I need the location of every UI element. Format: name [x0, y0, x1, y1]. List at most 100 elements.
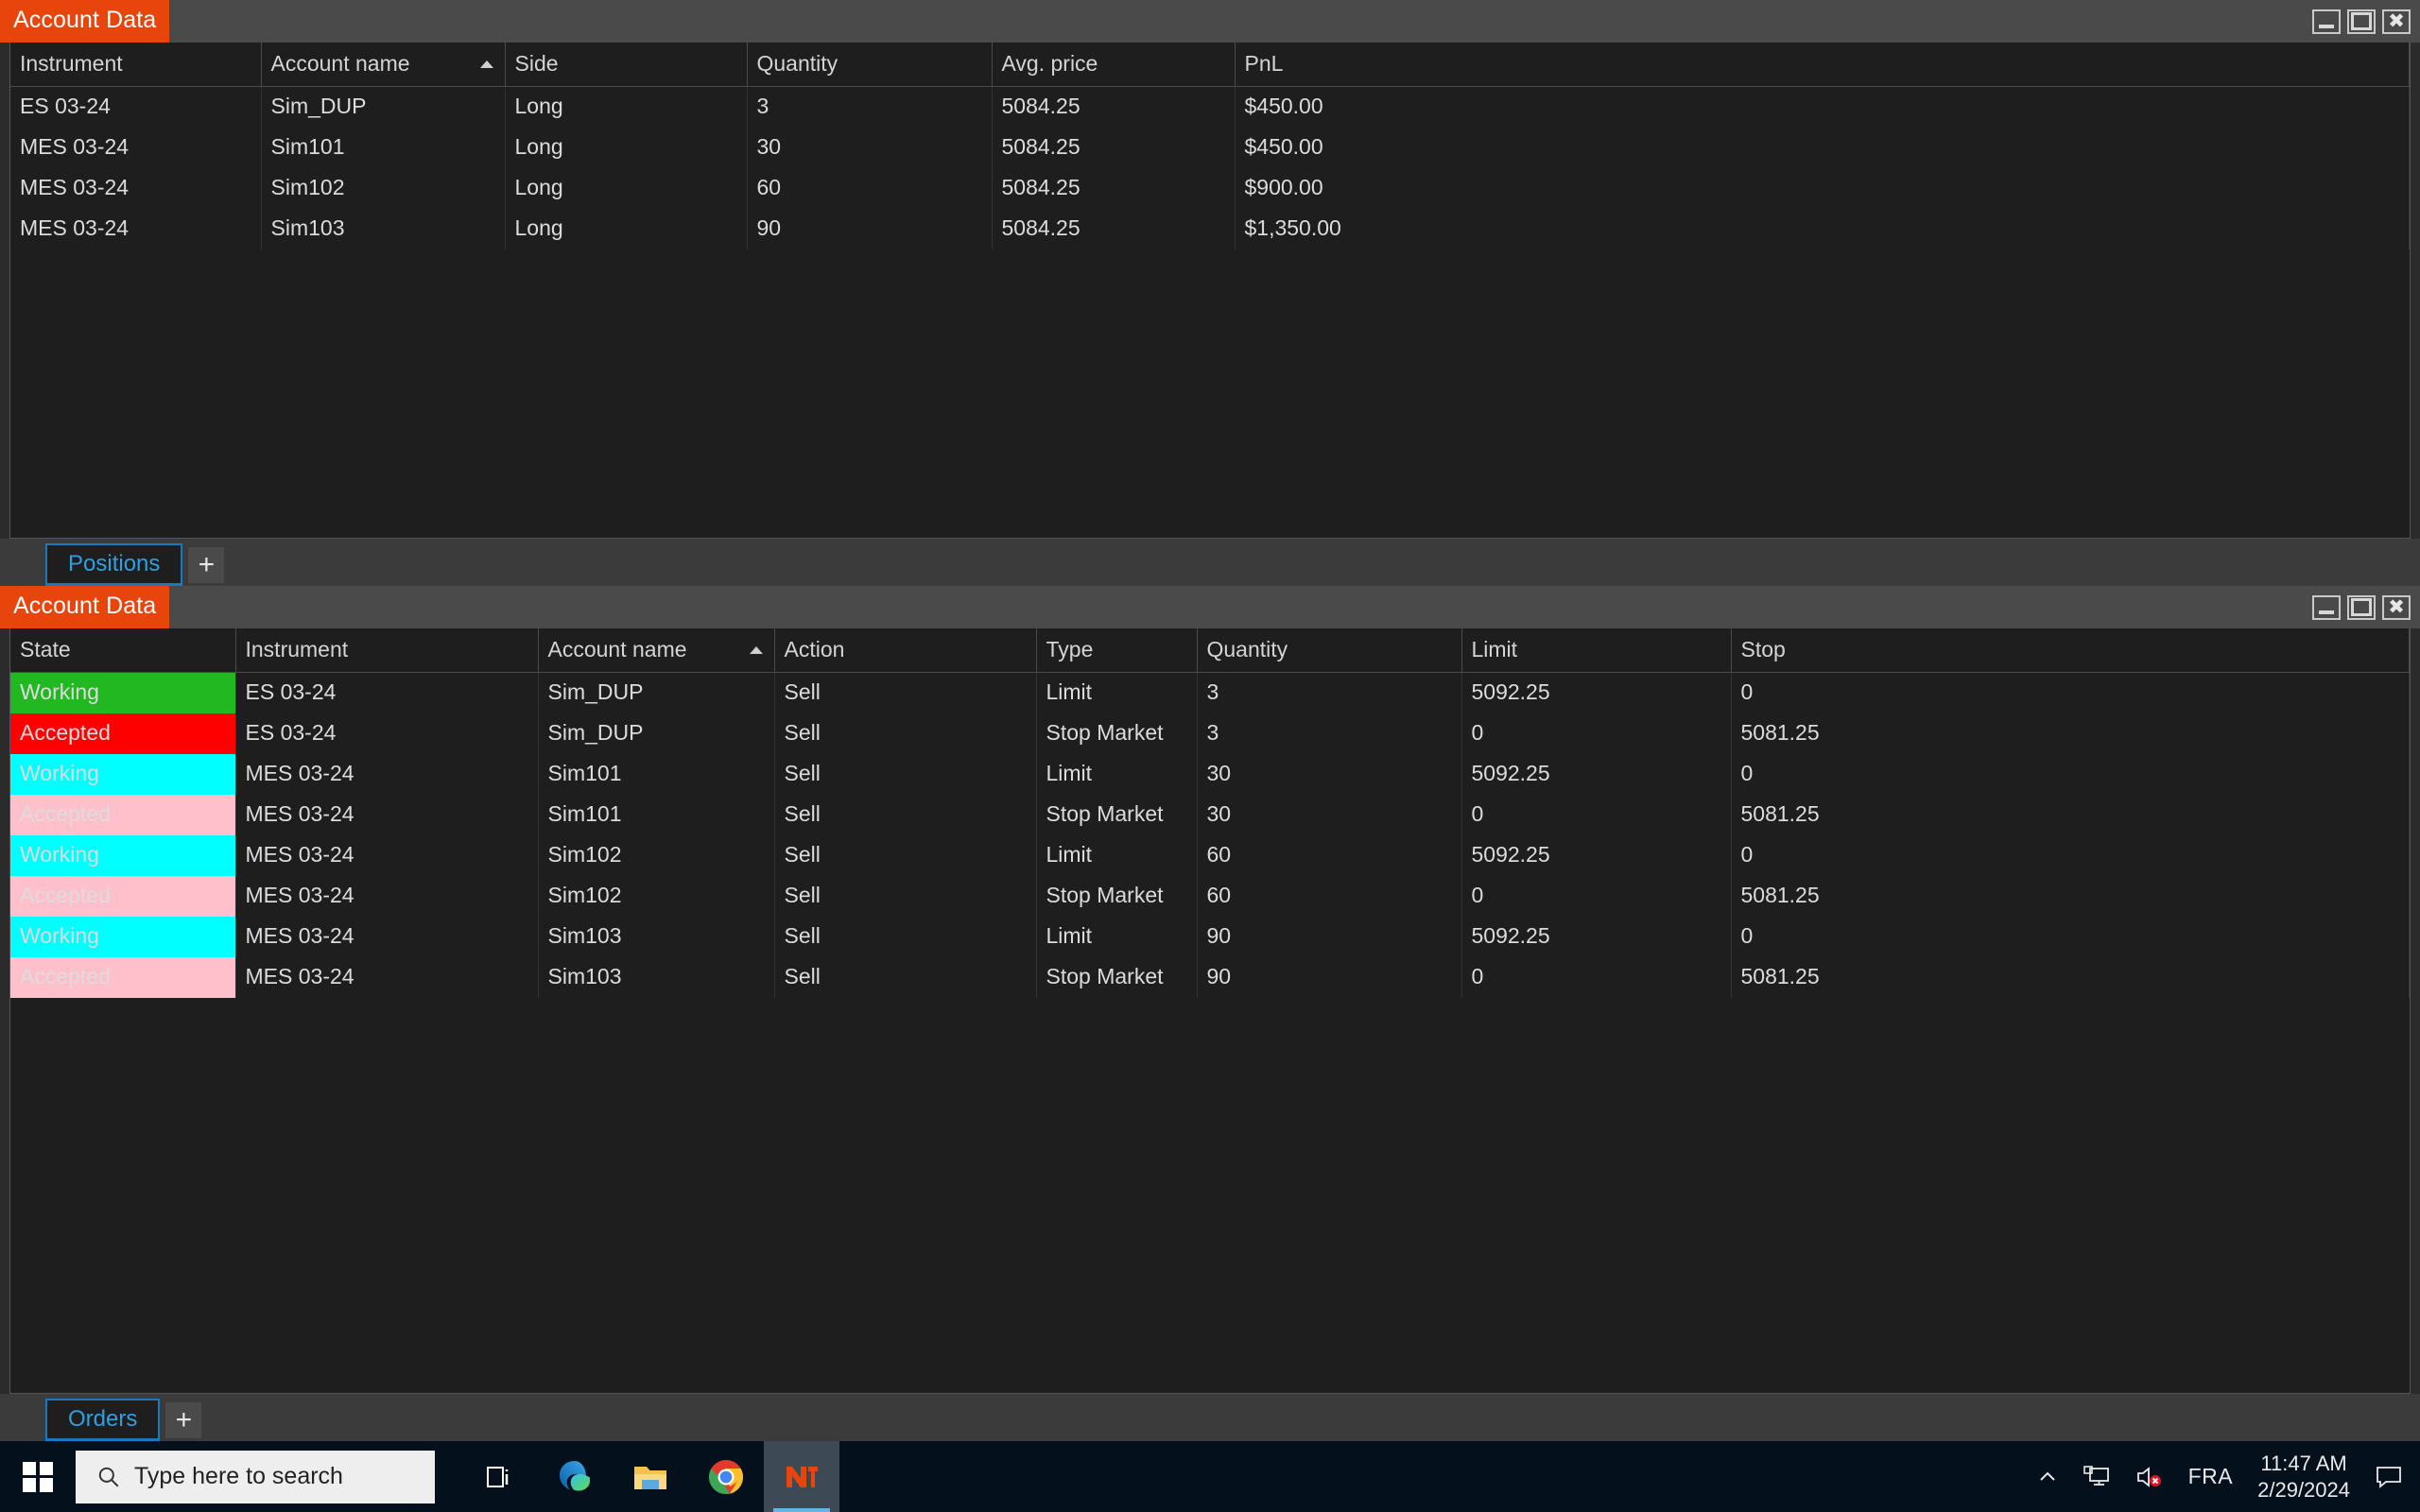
maximize-button[interactable]	[2347, 9, 2376, 34]
cell-avg-price: 5084.25	[992, 167, 1236, 209]
column-header-stop[interactable]: Stop	[1731, 628, 2410, 673]
cell-pnl: $450.00	[1235, 86, 2410, 128]
orders-table-body: Working ES 03-24 Sim_DUP Sell Limit 3 50…	[10, 672, 2410, 998]
tab-orders-label: Orders	[68, 1406, 138, 1432]
table-row[interactable]: Working MES 03-24 Sim102 Sell Limit 60 5…	[10, 834, 2410, 876]
positions-window-controls: ✖	[2312, 0, 2420, 43]
column-header-instrument[interactable]: Instrument	[10, 43, 262, 87]
tab-orders[interactable]: Orders	[45, 1399, 161, 1441]
status-badge: Accepted	[10, 956, 236, 998]
cell-stop: 5081.25	[1731, 875, 2410, 917]
cell-instrument: MES 03-24	[235, 834, 539, 876]
orders-header-row: State Instrument Account name Action Typ…	[10, 628, 2410, 673]
status-badge: Working	[10, 834, 236, 876]
column-header-avg-price[interactable]: Avg. price	[992, 43, 1236, 87]
column-header-action[interactable]: Action	[774, 628, 1037, 673]
minimize-button[interactable]	[2312, 594, 2341, 620]
add-tab-button[interactable]: +	[165, 1402, 202, 1438]
cell-type: Limit	[1036, 753, 1198, 795]
column-header-pnl[interactable]: PnL	[1235, 43, 2410, 87]
cell-action: Sell	[774, 713, 1037, 754]
column-header-side[interactable]: Side	[505, 43, 748, 87]
system-tray: FRA 11:47 AM 2/29/2024	[2037, 1451, 2420, 1503]
cell-account: Sim102	[538, 875, 775, 917]
cell-account: Sim101	[261, 127, 506, 168]
cell-limit: 5092.25	[1461, 672, 1732, 713]
add-tab-button[interactable]: +	[188, 547, 225, 583]
chrome-icon[interactable]	[688, 1441, 764, 1512]
cell-avg-price: 5084.25	[992, 127, 1236, 168]
ninjatrader-icon[interactable]	[764, 1441, 839, 1512]
column-header-limit[interactable]: Limit	[1461, 628, 1732, 673]
show-hidden-icons-chevron[interactable]	[2037, 1467, 2058, 1487]
windows-logo-icon	[23, 1461, 53, 1492]
taskbar-icons	[461, 1441, 839, 1512]
cell-account: Sim101	[538, 753, 775, 795]
table-row[interactable]: Accepted MES 03-24 Sim101 Sell Stop Mark…	[10, 794, 2410, 835]
cell-quantity: 30	[747, 127, 993, 168]
clock[interactable]: 11:47 AM 2/29/2024	[2257, 1451, 2350, 1503]
search-icon	[98, 1467, 119, 1486]
search-input[interactable]: Type here to search	[76, 1450, 435, 1503]
table-row[interactable]: Accepted MES 03-24 Sim102 Sell Stop Mark…	[10, 875, 2410, 917]
table-row[interactable]: Accepted MES 03-24 Sim103 Sell Stop Mark…	[10, 956, 2410, 998]
table-row[interactable]: MES 03-24 Sim101 Long 30 5084.25 $450.00	[10, 127, 2410, 168]
cell-quantity: 90	[1197, 956, 1462, 998]
column-header-quantity[interactable]: Quantity	[747, 43, 993, 87]
cell-pnl: $1,350.00	[1235, 208, 2410, 249]
table-row[interactable]: MES 03-24 Sim103 Long 90 5084.25 $1,350.…	[10, 208, 2410, 249]
cell-instrument: ES 03-24	[235, 672, 539, 713]
cell-stop: 5081.25	[1731, 956, 2410, 998]
close-button[interactable]: ✖	[2382, 9, 2411, 34]
action-center-icon[interactable]	[2375, 1465, 2403, 1489]
minimize-button[interactable]	[2312, 9, 2341, 34]
cell-quantity: 3	[1197, 713, 1462, 754]
orders-grid-empty-area	[10, 997, 2410, 1393]
cell-action: Sell	[774, 672, 1037, 713]
table-row[interactable]: Working MES 03-24 Sim101 Sell Limit 30 5…	[10, 753, 2410, 795]
positions-tabstrip: Positions +	[0, 539, 2420, 586]
positions-window-title[interactable]: Account Data	[0, 0, 170, 43]
positions-window-titlebar[interactable]: Account Data ✖	[0, 0, 2420, 43]
column-header-account-name[interactable]: Account name	[261, 43, 506, 87]
file-explorer-icon[interactable]	[613, 1441, 688, 1512]
cell-quantity: 30	[1197, 753, 1462, 795]
task-view-icon[interactable]	[461, 1441, 537, 1512]
cell-quantity: 60	[1197, 834, 1462, 876]
cell-stop: 5081.25	[1731, 794, 2410, 835]
language-indicator[interactable]: FRA	[2188, 1464, 2234, 1489]
cell-type: Stop Market	[1036, 713, 1198, 754]
cell-quantity: 90	[747, 208, 993, 249]
table-row[interactable]: Accepted ES 03-24 Sim_DUP Sell Stop Mark…	[10, 713, 2410, 754]
cell-action: Sell	[774, 834, 1037, 876]
orders-window-title[interactable]: Account Data	[0, 586, 170, 628]
orders-grid-container: State Instrument Account name Action Typ…	[9, 628, 2411, 1394]
tab-positions[interactable]: Positions	[45, 543, 183, 586]
volume-muted-icon[interactable]	[2135, 1465, 2164, 1489]
status-badge: Working	[10, 672, 236, 713]
table-row[interactable]: MES 03-24 Sim102 Long 60 5084.25 $900.00	[10, 167, 2410, 209]
table-row[interactable]: ES 03-24 Sim_DUP Long 3 5084.25 $450.00	[10, 86, 2410, 128]
column-header-account-name[interactable]: Account name	[538, 628, 775, 673]
cell-action: Sell	[774, 875, 1037, 917]
column-header-state[interactable]: State	[10, 628, 236, 673]
windows-taskbar: Type here to search FRA 11:47 AM 2/29/20…	[0, 1441, 2420, 1512]
table-row[interactable]: Working MES 03-24 Sim103 Sell Limit 90 5…	[10, 916, 2410, 957]
orders-window-titlebar[interactable]: Account Data ✖	[0, 586, 2420, 628]
table-row[interactable]: Working ES 03-24 Sim_DUP Sell Limit 3 50…	[10, 672, 2410, 713]
maximize-button[interactable]	[2347, 594, 2376, 620]
cell-limit: 0	[1461, 875, 1732, 917]
plus-icon: +	[198, 549, 216, 580]
search-placeholder: Type here to search	[134, 1463, 343, 1489]
network-icon[interactable]	[2083, 1465, 2111, 1489]
cell-type: Limit	[1036, 916, 1198, 957]
column-header-instrument[interactable]: Instrument	[235, 628, 539, 673]
cell-quantity: 3	[1197, 672, 1462, 713]
column-header-account-name-label: Account name	[547, 637, 687, 662]
column-header-quantity[interactable]: Quantity	[1197, 628, 1462, 673]
column-header-type[interactable]: Type	[1036, 628, 1198, 673]
cell-stop: 0	[1731, 916, 2410, 957]
start-button[interactable]	[0, 1441, 76, 1512]
close-button[interactable]: ✖	[2382, 594, 2411, 620]
edge-icon[interactable]	[537, 1441, 613, 1512]
